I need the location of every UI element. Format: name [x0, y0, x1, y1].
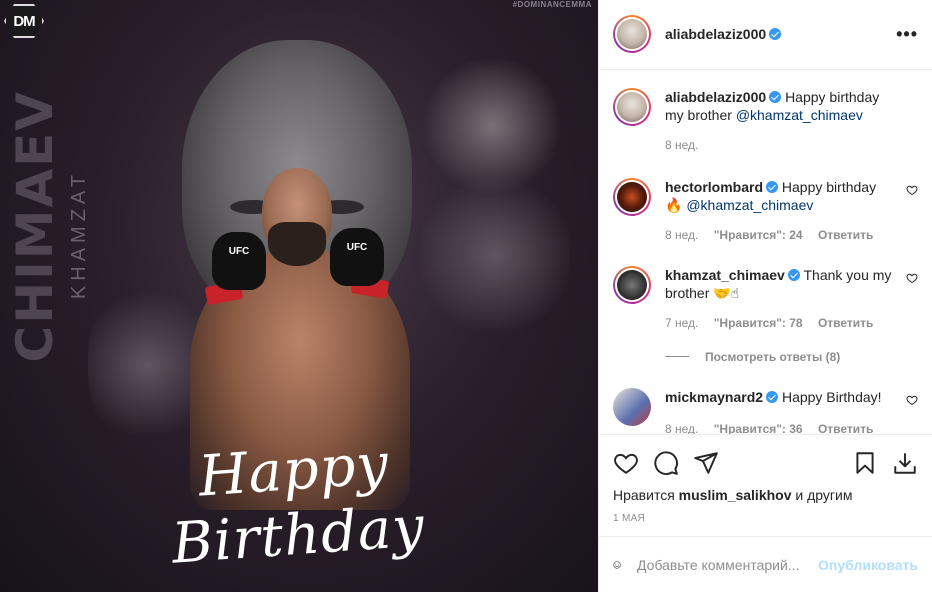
boxing-glove: UFC [330, 228, 384, 286]
comment-time[interactable]: 8 нед. [665, 138, 698, 152]
post-panel: aliabdelaziz000 ••• aliabdelaziz000 Happ… [598, 0, 932, 592]
fighter-beard [268, 222, 326, 266]
comment: mickmaynard2 Happy Birthday! 8 нед. "Нра… [613, 387, 918, 435]
verified-badge-icon [769, 90, 782, 103]
avatar[interactable] [613, 15, 651, 54]
like-heart-icon[interactable] [613, 450, 639, 476]
author-username-text[interactable]: aliabdelaziz000 [665, 26, 766, 42]
caption: aliabdelaziz000 Happy birthday my brothe… [613, 87, 918, 152]
dm-logo: DM [4, 4, 44, 38]
bookmark-icon[interactable] [852, 450, 878, 476]
action-icons [613, 445, 918, 481]
glove-logo: UFC [228, 246, 250, 257]
comment-likes[interactable]: "Нравится": 36 [714, 422, 803, 435]
replies-divider [665, 356, 689, 358]
share-send-icon[interactable] [693, 450, 719, 476]
avatar-image [615, 179, 649, 214]
comment-text: Happy birthday [781, 178, 877, 195]
avatar-image [615, 89, 649, 124]
fire-emoji: 🔥 [665, 196, 683, 213]
avatar[interactable] [613, 387, 651, 426]
liked-by-prefix: Нравится [613, 487, 675, 504]
reply-button[interactable]: Ответить [818, 422, 873, 435]
comment-text: Happy Birthday! [781, 388, 882, 405]
comment-bubble-icon[interactable] [653, 450, 679, 476]
verified-badge-icon [766, 180, 779, 193]
handshake-emoji: 🤝☝ [713, 284, 740, 301]
comment-meta: 8 нед. "Нравится": 36 Ответить [665, 422, 892, 435]
comment-input[interactable] [637, 556, 819, 573]
background-figure [420, 170, 570, 340]
comment-time[interactable]: 7 нед. [665, 316, 698, 330]
comment-time[interactable]: 8 нед. [665, 228, 698, 242]
comment-meta: 7 нед. "Нравится": 78 Ответить [665, 316, 892, 330]
avatar[interactable] [613, 177, 651, 216]
verified-badge-icon [787, 268, 800, 281]
publish-button[interactable]: Опубликовать [818, 557, 918, 573]
view-replies-label[interactable]: Посмотреть ответы (8) [705, 350, 840, 364]
comment-likes[interactable]: "Нравится": 78 [714, 316, 803, 330]
side-subtitle: KHAMZAT [68, 170, 90, 300]
view-replies-button[interactable]: Посмотреть ответы (8) [665, 350, 918, 364]
comment-meta: 8 нед. [665, 138, 892, 152]
avatar-image [615, 267, 649, 302]
comment-likes[interactable]: "Нравится": 24 [714, 228, 803, 242]
add-comment-bar: Опубликовать [599, 536, 932, 592]
verified-badge-icon [769, 28, 782, 41]
comment: khamzat_chimaev Thank you my brother 🤝☝ … [613, 265, 918, 330]
avatar-image [615, 17, 649, 52]
post-image[interactable]: DM #DOMINANCEMMA CHIMAEV KHAMZAT UFC UFC… [0, 0, 598, 592]
comment-username[interactable]: khamzat_chimaev [665, 267, 785, 283]
like-comment-heart-icon[interactable] [906, 394, 918, 406]
verified-badge-icon [766, 390, 779, 403]
comment-username[interactable]: mickmaynard2 [665, 389, 763, 405]
avatar[interactable] [613, 265, 651, 304]
like-comment-heart-icon[interactable] [906, 272, 918, 284]
glove-logo: UFC [346, 242, 368, 253]
avatar[interactable] [613, 87, 651, 126]
comment-username[interactable]: aliabdelaziz000 [665, 89, 766, 105]
post-actions: Нравится muslim_salikhov и другим 1 МАЯ [599, 434, 932, 536]
comments-list: aliabdelaziz000 Happy birthday my brothe… [599, 70, 932, 435]
comment: hectorlombard Happy birthday 🔥 @khamzat_… [613, 177, 918, 242]
reply-button[interactable]: Ответить [818, 316, 873, 330]
mention-link[interactable]: @khamzat_chimaev [736, 107, 863, 123]
watermark: #DOMINANCEMMA [512, 0, 592, 9]
post-date[interactable]: 1 МАЯ [613, 513, 918, 524]
post-header: aliabdelaziz000 ••• [599, 0, 932, 70]
reply-button[interactable]: Ответить [818, 228, 873, 242]
comment-time[interactable]: 8 нед. [665, 422, 698, 435]
more-options-icon[interactable]: ••• [896, 24, 918, 45]
comment-username[interactable]: hectorlombard [665, 179, 763, 195]
author-username[interactable]: aliabdelaziz000 [665, 26, 782, 42]
like-comment-heart-icon[interactable] [906, 184, 918, 196]
mention-link[interactable]: @khamzat_chimaev [686, 197, 813, 213]
liked-by-suffix[interactable]: и другим [795, 487, 852, 503]
birthday-script: Happy Birthday [169, 431, 427, 577]
liked-by: Нравится muslim_salikhov и другим [613, 487, 918, 503]
liked-by-user[interactable]: muslim_salikhov [679, 487, 792, 503]
side-title: CHIMAEV [6, 90, 64, 363]
avatar-image [613, 387, 651, 426]
instagram-post: DM #DOMINANCEMMA CHIMAEV KHAMZAT UFC UFC… [0, 0, 932, 592]
comment-meta: 8 нед. "Нравится": 24 Ответить [665, 228, 892, 242]
emoji-smiley-icon[interactable] [613, 552, 621, 578]
boxing-glove: UFC [212, 232, 266, 290]
download-icon[interactable] [892, 450, 918, 476]
